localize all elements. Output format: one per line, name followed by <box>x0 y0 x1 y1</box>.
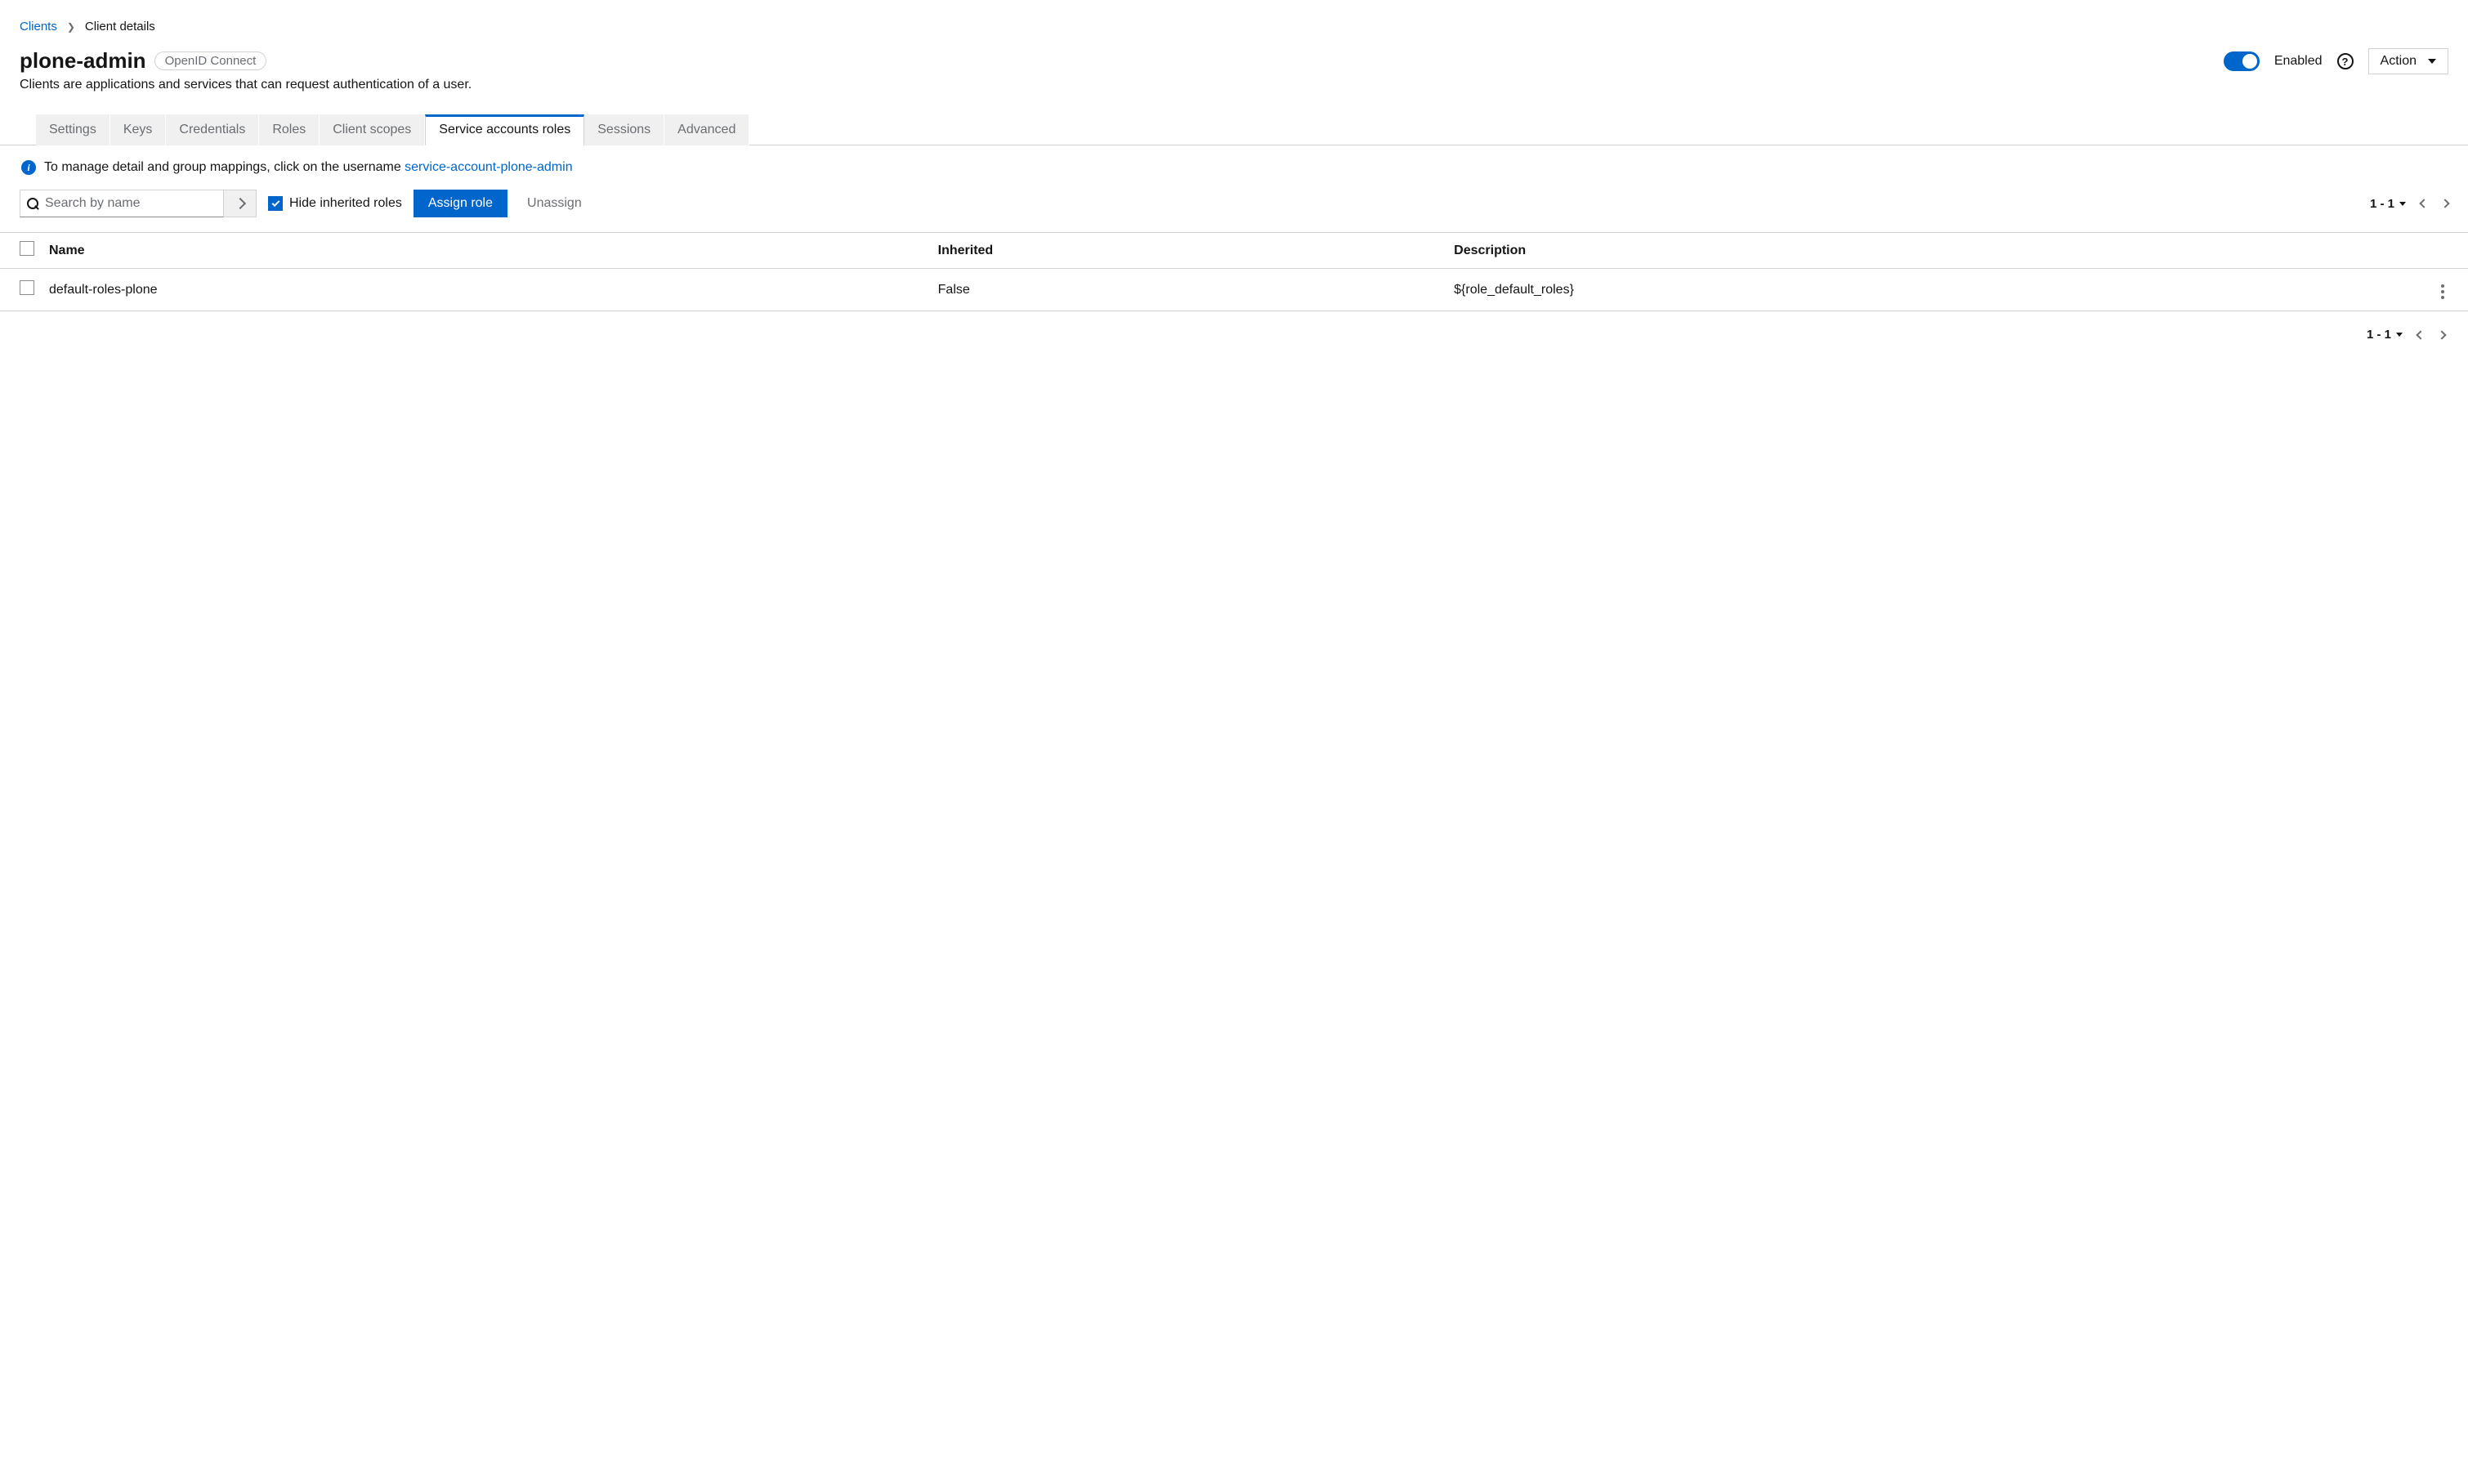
select-all-checkbox[interactable] <box>20 241 34 256</box>
info-bar: i To manage detail and group mappings, c… <box>20 145 2448 186</box>
page-prev-button-bottom[interactable] <box>2416 330 2425 339</box>
hide-inherited-checkbox[interactable] <box>268 196 283 211</box>
tab-settings[interactable]: Settings <box>36 114 110 145</box>
search-box <box>20 190 224 217</box>
tab-credentials[interactable]: Credentials <box>166 114 259 145</box>
caret-down-icon[interactable] <box>2399 202 2406 206</box>
search-go-button[interactable] <box>224 190 257 217</box>
enabled-toggle[interactable] <box>2224 51 2260 71</box>
cell-inherited: False <box>930 269 1446 311</box>
chevron-right-icon: ❯ <box>67 21 75 33</box>
cell-name: default-roles-plone <box>42 269 930 311</box>
tab-advanced[interactable]: Advanced <box>664 114 749 145</box>
page-prev-button[interactable] <box>2419 199 2428 208</box>
tab-roles[interactable]: Roles <box>259 114 320 145</box>
tab-keys[interactable]: Keys <box>110 114 167 145</box>
tab-client-scopes[interactable]: Client scopes <box>320 114 425 145</box>
row-actions-kebab[interactable] <box>2438 281 2448 302</box>
search-icon <box>27 198 38 209</box>
page-next-button-bottom[interactable] <box>2437 330 2446 339</box>
breadcrumb: Clients ❯ Client details <box>20 20 2448 34</box>
info-text-prefix: To manage detail and group mappings, cli… <box>44 160 405 174</box>
unassign-button: Unassign <box>519 190 590 217</box>
protocol-badge: OpenID Connect <box>154 51 267 70</box>
arrow-right-icon <box>234 198 245 209</box>
breadcrumb-current: Client details <box>85 20 155 34</box>
col-name: Name <box>42 233 930 269</box>
enabled-label: Enabled <box>2274 54 2323 69</box>
table-row: default-roles-ploneFalse${role_default_r… <box>0 269 2468 311</box>
action-dropdown[interactable]: Action <box>2368 48 2448 74</box>
pagination-bottom: 1 - 1 <box>2367 328 2445 342</box>
roles-table: Name Inherited Description default-roles… <box>0 232 2468 311</box>
toolbar: Hide inherited roles Assign role Unassig… <box>20 186 2448 232</box>
info-text: To manage detail and group mappings, cli… <box>44 160 573 175</box>
caret-down-icon <box>2428 59 2436 64</box>
info-icon: i <box>21 160 36 175</box>
page-subtitle: Clients are applications and services th… <box>20 78 2448 92</box>
search-input[interactable] <box>43 195 217 212</box>
pagination-top: 1 - 1 <box>2370 197 2448 211</box>
help-icon[interactable]: ? <box>2337 53 2354 69</box>
caret-down-icon[interactable] <box>2396 333 2403 337</box>
service-account-link[interactable]: service-account-plone-admin <box>405 160 572 174</box>
cell-description: ${role_default_roles} <box>1446 269 2429 311</box>
page-title: plone-admin <box>20 48 146 74</box>
row-checkbox[interactable] <box>20 280 34 295</box>
tab-service-accounts-roles[interactable]: Service accounts roles <box>425 114 584 145</box>
page-range: 1 - 1 <box>2370 197 2394 211</box>
breadcrumb-clients-link[interactable]: Clients <box>20 20 57 34</box>
page-range-bottom: 1 - 1 <box>2367 328 2391 342</box>
assign-role-button[interactable]: Assign role <box>414 190 507 217</box>
tab-sessions[interactable]: Sessions <box>584 114 664 145</box>
col-inherited: Inherited <box>930 233 1446 269</box>
page-next-button[interactable] <box>2440 199 2449 208</box>
tabs: SettingsKeysCredentialsRolesClient scope… <box>36 114 2448 145</box>
col-description: Description <box>1446 233 2429 269</box>
hide-inherited-label: Hide inherited roles <box>289 196 402 211</box>
action-dropdown-label: Action <box>2381 54 2417 69</box>
